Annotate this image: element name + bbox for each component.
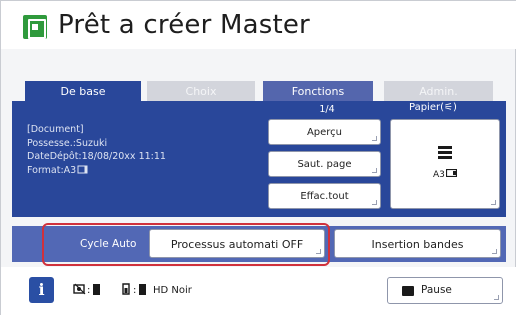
corner-marker [372,200,377,205]
effac-tout-button[interactable]: Effac.tout [268,183,381,209]
document-owner: Possesse.:Suzuki [27,137,108,149]
info-button[interactable]: i [29,277,54,303]
pause-icon [402,286,414,296]
document-format: Format:A3 [27,164,166,178]
corner-marker [372,168,377,173]
insertion-bandes-button[interactable]: Insertion bandes [334,229,501,258]
paper-orientation-icon [445,168,457,178]
tab-admin[interactable]: Admin. [384,81,493,102]
document-format-text: Format:A3 [27,164,77,176]
ink-colon: : [133,285,137,296]
tab-de-base[interactable]: De base [25,81,141,102]
corner-marker [372,136,377,141]
pause-label: Pause [421,284,452,296]
page-count: 1/4 [319,104,335,115]
paper-tray-icon [438,146,452,162]
apercu-button[interactable]: Aperçu [268,119,381,145]
master-colon: : [87,285,91,296]
document-date: DateDépôt:18/08/20xx 11:11 [27,151,166,162]
ink-label: HD Noir [153,285,192,296]
highlight-frame [42,223,330,266]
master-supply-icon [73,283,86,295]
paper-label: Papier(⚟) [409,102,457,113]
printer-screen: Prêt a créer Master De base Choix Foncti… [0,0,516,315]
document-info: [Document] Possesse.:Suzuki DateDépôt:18… [27,123,166,177]
ink-level-icon [139,284,146,295]
effac-tout-label: Effac.tout [300,191,349,202]
tab-fonctions[interactable]: Fonctions [263,81,373,102]
corner-marker [492,249,497,254]
pause-button[interactable]: Pause [387,277,503,304]
corner-marker [491,200,496,205]
ink-supply-icon [122,283,130,295]
insertion-label: Insertion bandes [371,238,464,251]
tab-choix[interactable]: Choix [147,81,255,102]
paper-size: A3 [433,168,457,180]
master-level-icon [93,284,100,295]
document-header: [Document] [27,124,84,135]
paper-button[interactable]: A3 [390,119,500,209]
landscape-page-icon [77,165,88,173]
paper-size-text: A3 [433,170,445,180]
page-title: Prêt a créer Master [58,10,310,40]
master-icon [23,15,47,39]
saut-page-button[interactable]: Saut. page [268,151,381,177]
title-bar: Prêt a créer Master [1,1,516,49]
corner-marker [494,295,499,300]
apercu-label: Aperçu [306,127,343,138]
saut-page-label: Saut. page [297,159,352,170]
